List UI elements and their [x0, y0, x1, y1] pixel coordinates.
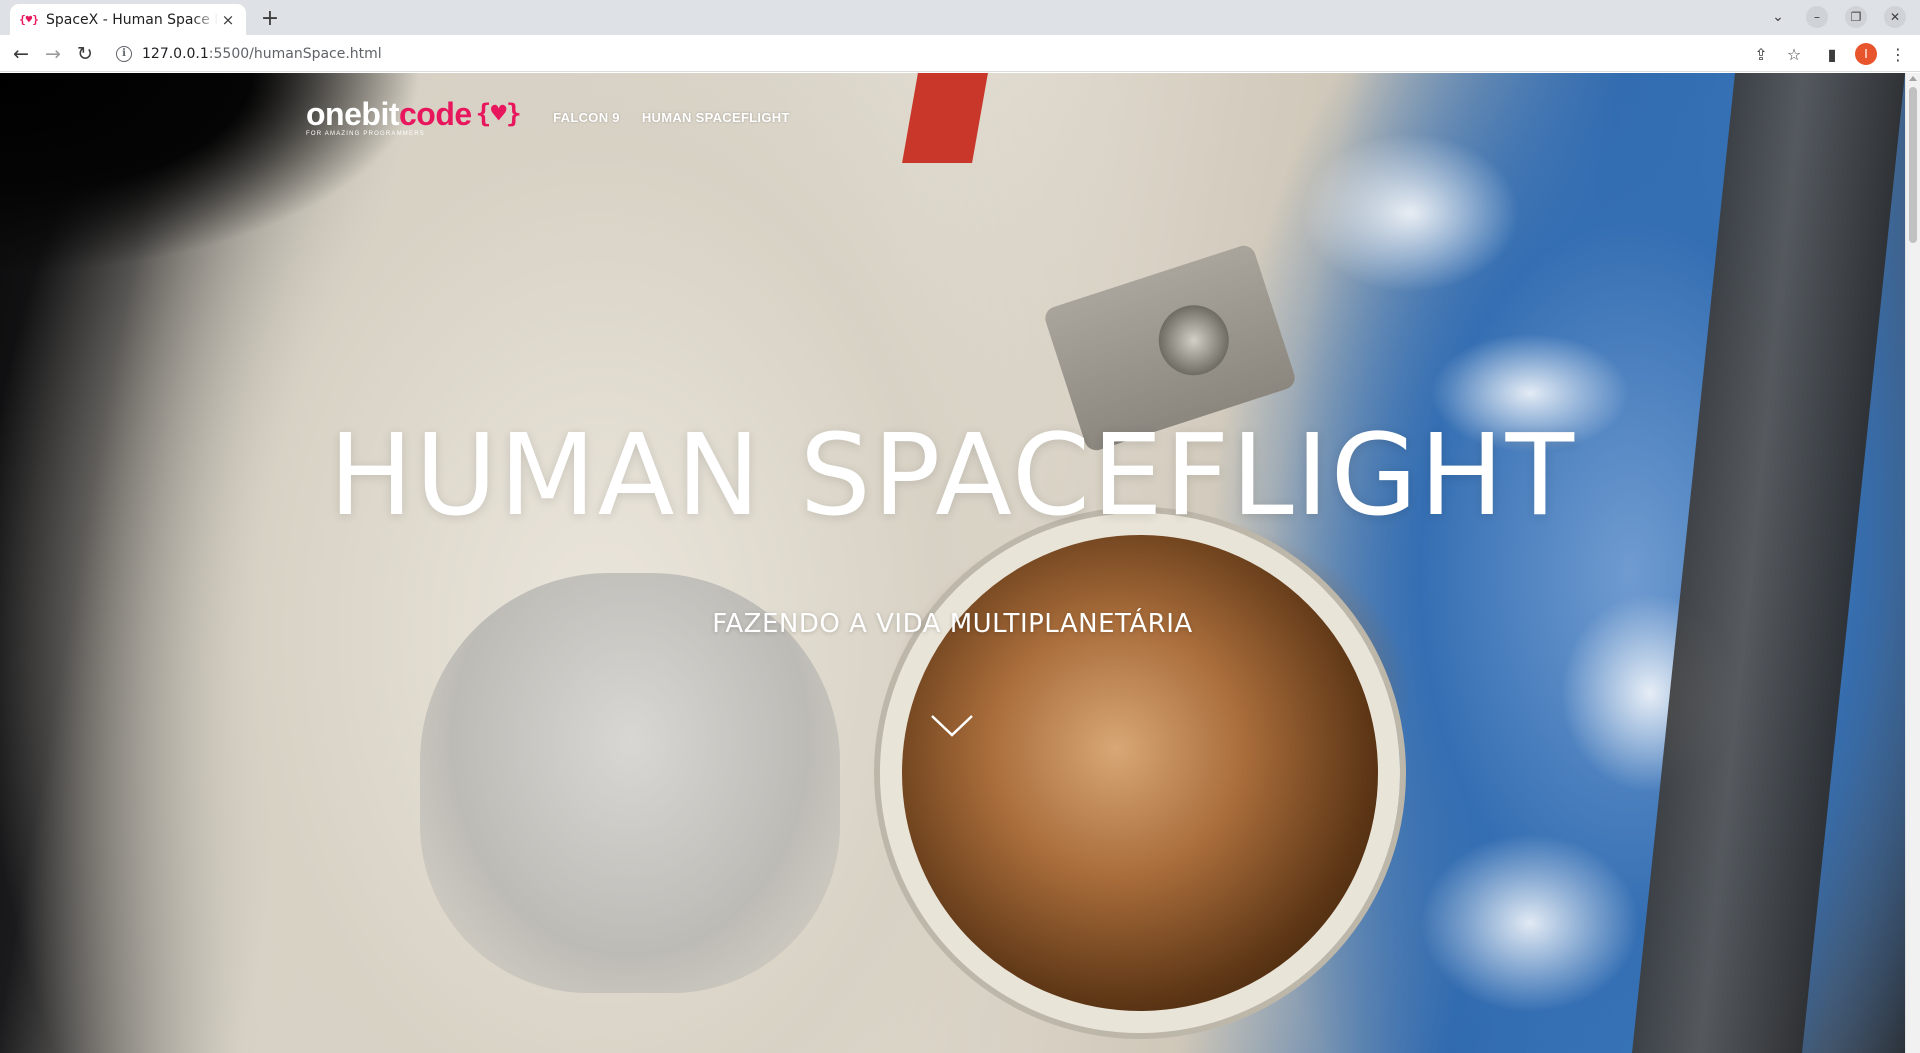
helmet-lamp-lens — [1149, 296, 1238, 385]
logo-brace-icon: {♥} — [475, 98, 522, 129]
suit-stripe — [902, 73, 988, 163]
onebitcode-logo[interactable]: onebit code {♥} FOR AMAZING PROGRAMMERS — [306, 95, 522, 137]
profile-avatar[interactable]: I — [1855, 43, 1877, 65]
browser-tab-active[interactable]: {♥} SpaceX - Human Space Flight × — [10, 4, 246, 35]
nav-link-falcon9[interactable]: FALCON 9 — [553, 110, 620, 125]
page-viewport: onebit code {♥} FOR AMAZING PROGRAMMERS FA… — [0, 73, 1905, 1053]
restore-icon[interactable]: ❐ — [1845, 6, 1867, 28]
share-icon[interactable]: ⇪ — [1749, 42, 1773, 66]
new-tab-button[interactable]: + — [256, 4, 284, 32]
cloud-shape — [1300, 133, 1520, 293]
page-scrollbar[interactable] — [1905, 73, 1920, 1053]
logo-part-one: onebit — [306, 95, 399, 132]
scrollbar-thumb[interactable] — [1909, 87, 1917, 243]
minimize-icon[interactable]: – — [1806, 6, 1828, 28]
space-station-panel — [1631, 73, 1905, 1053]
url-text: 127.0.0.1:5500/humanSpace.html — [142, 46, 382, 62]
tab-favicon-icon: {♥} — [19, 13, 39, 26]
scroll-up-icon[interactable] — [1909, 76, 1917, 81]
hero-subtitle: FAZENDO A VIDA MULTIPLANETÁRIA — [712, 609, 1193, 639]
address-bar[interactable]: i 127.0.0.1:5500/humanSpace.html — [108, 38, 1748, 69]
logo-wordmark: onebit code {♥} — [306, 95, 522, 132]
forward-icon[interactable]: → — [40, 41, 66, 67]
site-info-icon[interactable]: i — [116, 45, 132, 62]
window-close-icon[interactable]: ✕ — [1884, 6, 1906, 28]
logo-part-two: code — [398, 95, 472, 132]
nav-link-human-spaceflight[interactable]: HUMAN SPACEFLIGHT — [642, 110, 790, 125]
back-icon[interactable]: ← — [8, 41, 34, 67]
cloud-shape — [1420, 833, 1640, 1013]
logo-tagline: FOR AMAZING PROGRAMMERS — [306, 130, 425, 137]
tab-close-icon[interactable]: × — [218, 10, 238, 30]
hero-title: HUMAN SPACEFLIGHT — [328, 411, 1577, 541]
tab-title: SpaceX - Human Space Flight — [46, 11, 218, 28]
side-panel-icon[interactable]: ▮ — [1820, 42, 1844, 66]
bookmark-star-icon[interactable]: ☆ — [1782, 42, 1806, 66]
reload-icon[interactable]: ↻ — [72, 41, 98, 67]
url-path: :5500/humanSpace.html — [208, 45, 382, 62]
browser-tabstrip: {♥} SpaceX - Human Space Flight × + ⌄ – … — [0, 0, 1920, 35]
helmet-visor — [880, 513, 1400, 1033]
tab-search-icon[interactable]: ⌄ — [1766, 5, 1790, 29]
url-host: 127.0.0.1 — [142, 45, 209, 62]
site-header: onebit code {♥} FOR AMAZING PROGRAMMERS FA… — [306, 97, 812, 137]
chevron-down-icon[interactable] — [930, 713, 974, 739]
browser-menu-icon[interactable]: ⋮ — [1886, 42, 1910, 66]
browser-toolbar: ← → ↻ i 127.0.0.1:5500/humanSpace.html ⇪… — [0, 35, 1920, 72]
